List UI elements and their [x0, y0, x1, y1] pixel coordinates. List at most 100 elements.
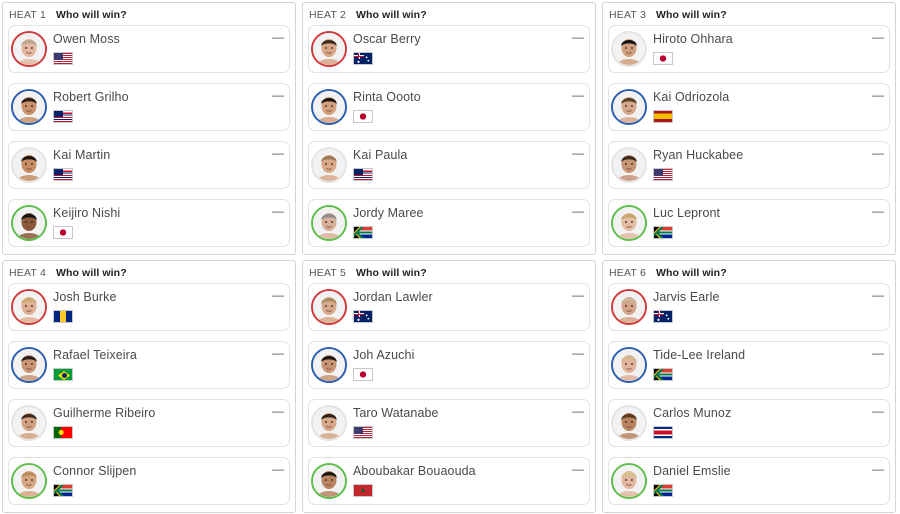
pick-value: —: [872, 346, 884, 360]
surfer-pick-card[interactable]: Connor Slijpen —: [8, 457, 290, 505]
surfer-portrait-icon: [613, 291, 645, 323]
surfer-portrait-icon: [313, 207, 345, 239]
surfer-name: Tide-Lee Ireland: [653, 348, 746, 362]
surfer-portrait-icon: [313, 91, 345, 123]
surfer-avatar: [11, 289, 47, 325]
heat-header: HEAT 5 Who will win?: [308, 261, 590, 283]
surfer-pick-card[interactable]: Owen Moss —: [8, 25, 290, 73]
surfer-info: Guilherme Ribeiro: [53, 400, 289, 444]
surfer-portrait-icon: [613, 207, 645, 239]
surfer-pick-card[interactable]: Aboubakar Bouaouda —: [308, 457, 590, 505]
heat-card: HEAT 4 Who will win? Josh Burke — Rafael Tei…: [2, 260, 296, 513]
surfer-pick-card[interactable]: Jordy Maree —: [308, 199, 590, 247]
surfer-name: Joh Azuchi: [353, 348, 415, 362]
surfer-pick-card[interactable]: Guilherme Ribeiro —: [8, 399, 290, 447]
surfer-name: Ryan Huckabee: [653, 148, 744, 162]
surfer-name: Luc Lepront: [653, 206, 721, 220]
surfer-avatar: [11, 31, 47, 67]
surfer-portrait-icon: [313, 291, 345, 323]
heat-label: HEAT 4: [9, 266, 46, 279]
surfer-info: Keijiro Nishi: [53, 200, 289, 244]
heat-card: HEAT 1 Who will win? Owen Moss — Robert Gril…: [2, 2, 296, 255]
country-flag-icon: [653, 368, 673, 381]
country-flag-icon: [353, 484, 373, 497]
surfer-pick-card[interactable]: Robert Grilho —: [8, 83, 290, 131]
pick-value: —: [572, 204, 584, 218]
heat-question: Who will win?: [56, 266, 127, 279]
country-flag-icon: [653, 110, 673, 123]
surfer-portrait-icon: [613, 33, 645, 65]
surfer-portrait-icon: [313, 349, 345, 381]
surfer-pick-card[interactable]: Oscar Berry —: [308, 25, 590, 73]
surfer-portrait-icon: [613, 91, 645, 123]
heat-label: HEAT 6: [609, 266, 646, 279]
surfer-info: Connor Slijpen: [53, 458, 289, 502]
surfer-pick-card[interactable]: Rafael Teixeira —: [8, 341, 290, 389]
surfer-pick-card[interactable]: Taro Watanabe —: [308, 399, 590, 447]
heat-label: HEAT 5: [309, 266, 346, 279]
pick-value: —: [572, 288, 584, 302]
surfer-pick-card[interactable]: Kai Odriozola —: [608, 83, 890, 131]
pick-value: —: [272, 462, 284, 476]
surfer-avatar: [11, 147, 47, 183]
surfer-portrait-icon: [13, 291, 45, 323]
surfer-info: Jarvis Earle: [653, 284, 889, 328]
country-flag-icon: [653, 426, 673, 439]
surfer-name: Hiroto Ohhara: [653, 32, 733, 46]
surfer-pick-card[interactable]: Joh Azuchi —: [308, 341, 590, 389]
surfer-name: Daniel Emslie: [653, 464, 731, 478]
surfer-avatar: [311, 289, 347, 325]
surfer-avatar: [611, 31, 647, 67]
surfer-portrait-icon: [13, 407, 45, 439]
surfer-name: Aboubakar Bouaouda: [353, 464, 476, 478]
surfer-pick-card[interactable]: Ryan Huckabee —: [608, 141, 890, 189]
surfer-pick-card[interactable]: Kai Martin —: [8, 141, 290, 189]
surfer-portrait-icon: [313, 149, 345, 181]
pick-value: —: [272, 346, 284, 360]
country-flag-icon: [653, 226, 673, 239]
surfer-name: Kai Odriozola: [653, 90, 730, 104]
heat-label: HEAT 3: [609, 8, 646, 21]
surfer-portrait-icon: [613, 149, 645, 181]
pick-value: —: [872, 404, 884, 418]
heat-label: HEAT 1: [9, 8, 46, 21]
country-flag-icon: [53, 226, 73, 239]
country-flag-icon: [353, 226, 373, 239]
heat-question: Who will win?: [56, 8, 127, 21]
pick-value: —: [872, 204, 884, 218]
surfer-info: Taro Watanabe: [353, 400, 589, 444]
country-flag-icon: [353, 52, 373, 65]
country-flag-icon: [353, 426, 373, 439]
surfer-pick-card[interactable]: Carlos Munoz —: [608, 399, 890, 447]
surfer-pick-card[interactable]: Jarvis Earle —: [608, 283, 890, 331]
heat-header: HEAT 4 Who will win?: [8, 261, 290, 283]
surfer-name: Owen Moss: [53, 32, 120, 46]
surfer-info: Oscar Berry: [353, 26, 589, 70]
country-flag-icon: [353, 110, 373, 123]
country-flag-icon: [53, 426, 73, 439]
surfer-info: Rinta Oooto: [353, 84, 589, 128]
surfer-info: Joh Azuchi: [353, 342, 589, 386]
surfer-pick-card[interactable]: Rinta Oooto —: [308, 83, 590, 131]
surfer-avatar: [611, 205, 647, 241]
surfer-pick-card[interactable]: Hiroto Ohhara —: [608, 25, 890, 73]
pick-value: —: [272, 88, 284, 102]
surfer-pick-card[interactable]: Luc Lepront —: [608, 199, 890, 247]
surfer-pick-card[interactable]: Tide-Lee Ireland —: [608, 341, 890, 389]
surfer-avatar: [11, 347, 47, 383]
surfer-info: Jordan Lawler: [353, 284, 589, 328]
surfer-portrait-icon: [313, 33, 345, 65]
surfer-pick-card[interactable]: Jordan Lawler —: [308, 283, 590, 331]
surfer-pick-card[interactable]: Josh Burke —: [8, 283, 290, 331]
surfer-pick-card[interactable]: Kai Paula —: [308, 141, 590, 189]
surfer-avatar: [311, 89, 347, 125]
surfer-pick-card[interactable]: Keijiro Nishi —: [8, 199, 290, 247]
heat-question: Who will win?: [356, 8, 427, 21]
surfer-info: Aboubakar Bouaouda: [353, 458, 589, 502]
surfer-portrait-icon: [13, 91, 45, 123]
pick-value: —: [272, 30, 284, 44]
country-flag-icon: [53, 310, 73, 323]
surfer-avatar: [311, 147, 347, 183]
surfer-name: Connor Slijpen: [53, 464, 137, 478]
surfer-pick-card[interactable]: Daniel Emslie —: [608, 457, 890, 505]
